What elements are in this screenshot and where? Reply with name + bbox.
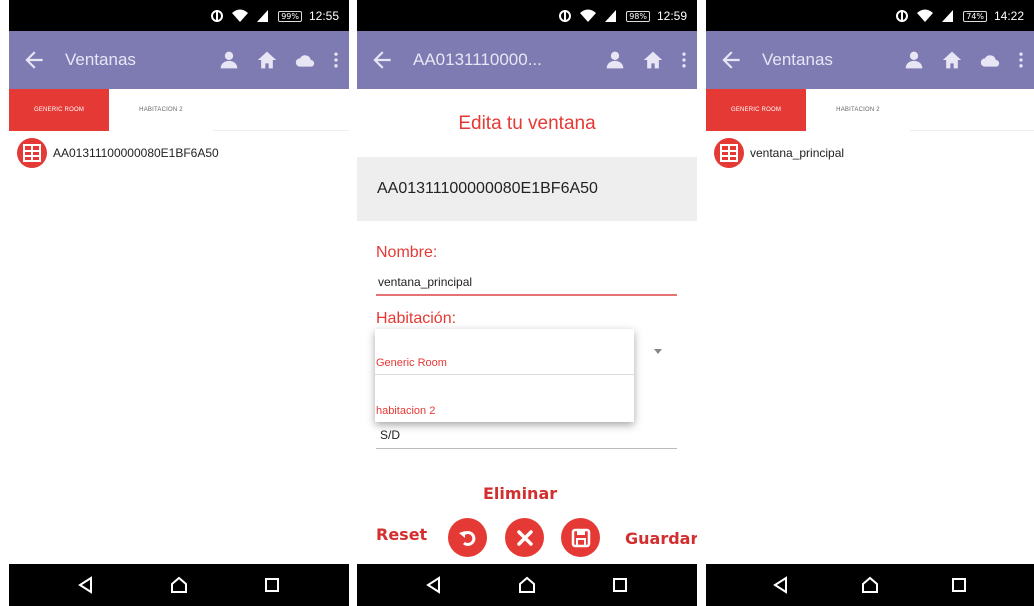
nav-home-icon[interactable]: [514, 572, 540, 598]
save-button[interactable]: [561, 518, 600, 557]
name-field[interactable]: [376, 270, 677, 296]
list-item-label: ventana_principal: [750, 146, 845, 160]
nav-recents-icon[interactable]: [946, 572, 972, 598]
close-icon: [516, 529, 533, 546]
tab-habitacion-2[interactable]: HABITACION 2: [806, 89, 910, 131]
tab-generic-room[interactable]: GENERIC ROOM: [9, 89, 109, 131]
toolbar: Ventanas: [706, 31, 1034, 89]
list-item-label: AA01311100000080E1BF6A50: [53, 146, 219, 160]
device-id-panel: AA01311100000080E1BF6A50: [357, 157, 697, 221]
status-bar: 74% 14:22: [706, 0, 1034, 31]
clock: 12:55: [308, 9, 339, 23]
nav-bar: [357, 564, 697, 606]
device-id: AA01311100000080E1BF6A50: [377, 180, 598, 197]
clock: 14:22: [993, 9, 1024, 23]
room-tabs: GENERIC ROOM HABITACION 2: [9, 89, 349, 131]
tab-habitacion-2[interactable]: HABITACION 2: [109, 89, 213, 131]
battery-indicator: 74%: [963, 10, 987, 22]
home-icon[interactable]: [940, 48, 964, 72]
wifi-icon: [232, 9, 249, 23]
more-vert-icon[interactable]: [679, 48, 689, 72]
data-saver-icon: [557, 9, 573, 23]
room-dropdown-menu: Generic Room habitacion 2: [375, 329, 634, 422]
cloud-icon[interactable]: [978, 48, 1002, 72]
room-option-label: Generic Room: [376, 357, 447, 369]
signal-icon: [603, 9, 619, 23]
clock: 12:59: [656, 9, 687, 23]
screen-windows-list: 99% 12:55 Ventanas GENERIC ROOM HABITACI…: [9, 0, 349, 606]
signal-icon: [255, 9, 271, 23]
more-vert-icon[interactable]: [1016, 48, 1026, 72]
home-icon[interactable]: [255, 48, 279, 72]
window-icon: [17, 138, 47, 168]
more-vert-icon[interactable]: [331, 48, 341, 72]
delete-button[interactable]: [505, 518, 544, 557]
room-option-generic-room[interactable]: Generic Room: [375, 329, 634, 375]
status-bar: 99% 12:55: [9, 0, 349, 31]
screen-windows-list-updated: 74% 14:22 Ventanas GENERIC ROOM HABITACI…: [706, 0, 1034, 606]
signal-icon: [940, 9, 956, 23]
extra-field-underline: [376, 448, 677, 449]
toolbar-title: Ventanas: [65, 50, 136, 69]
guardar-label: Guardar: [625, 529, 697, 548]
battery-indicator: 99%: [278, 10, 302, 22]
data-saver-icon: [209, 9, 225, 23]
room-option-label: habitacion 2: [376, 405, 436, 417]
status-bar: 98% 12:59: [357, 0, 697, 31]
window-icon: [714, 138, 744, 168]
list-item[interactable]: ventana_principal: [714, 138, 844, 168]
room-tabs: GENERIC ROOM HABITACION 2: [706, 89, 1034, 131]
battery-indicator: 98%: [626, 10, 650, 22]
nav-recents-icon[interactable]: [607, 572, 633, 598]
nav-recents-icon[interactable]: [259, 572, 285, 598]
person-icon[interactable]: [603, 48, 627, 72]
back-arrow-icon[interactable]: [21, 47, 47, 73]
screen-edit-window: 98% 12:59 AA0131110000... Edita tu venta…: [357, 0, 697, 606]
data-saver-icon: [894, 9, 910, 23]
eliminar-label: Eliminar: [483, 484, 558, 503]
person-icon[interactable]: [217, 48, 241, 72]
wifi-icon: [917, 9, 934, 23]
reset-button[interactable]: [448, 518, 487, 557]
wifi-icon: [580, 9, 597, 23]
nav-back-icon[interactable]: [768, 572, 794, 598]
home-icon[interactable]: [641, 48, 665, 72]
person-icon[interactable]: [902, 48, 926, 72]
cloud-icon[interactable]: [293, 48, 317, 72]
undo-icon: [458, 530, 475, 546]
tab-generic-room[interactable]: GENERIC ROOM: [706, 89, 806, 131]
nav-back-icon[interactable]: [73, 572, 99, 598]
name-label: Nombre:: [376, 244, 438, 261]
nav-back-icon[interactable]: [421, 572, 447, 598]
toolbar-title: Ventanas: [762, 50, 833, 69]
room-label: Habitación:: [376, 310, 457, 327]
toolbar: AA0131110000...: [357, 31, 697, 89]
nav-home-icon[interactable]: [857, 572, 883, 598]
nav-bar: [706, 564, 1034, 606]
save-icon: [571, 528, 590, 547]
nav-bar: [9, 564, 349, 606]
list-item[interactable]: AA01311100000080E1BF6A50: [17, 138, 219, 168]
dropdown-arrow-icon[interactable]: [654, 349, 662, 354]
toolbar-title: AA0131110000...: [413, 50, 542, 69]
back-arrow-icon[interactable]: [718, 47, 744, 73]
toolbar: Ventanas: [9, 31, 349, 89]
extra-field-value[interactable]: S/D: [380, 428, 400, 442]
room-option-habitacion-2[interactable]: habitacion 2: [375, 376, 634, 422]
page-title: Edita tu ventana: [458, 113, 596, 134]
reset-label: Reset: [376, 525, 428, 544]
back-arrow-icon[interactable]: [369, 47, 395, 73]
nav-home-icon[interactable]: [166, 572, 192, 598]
